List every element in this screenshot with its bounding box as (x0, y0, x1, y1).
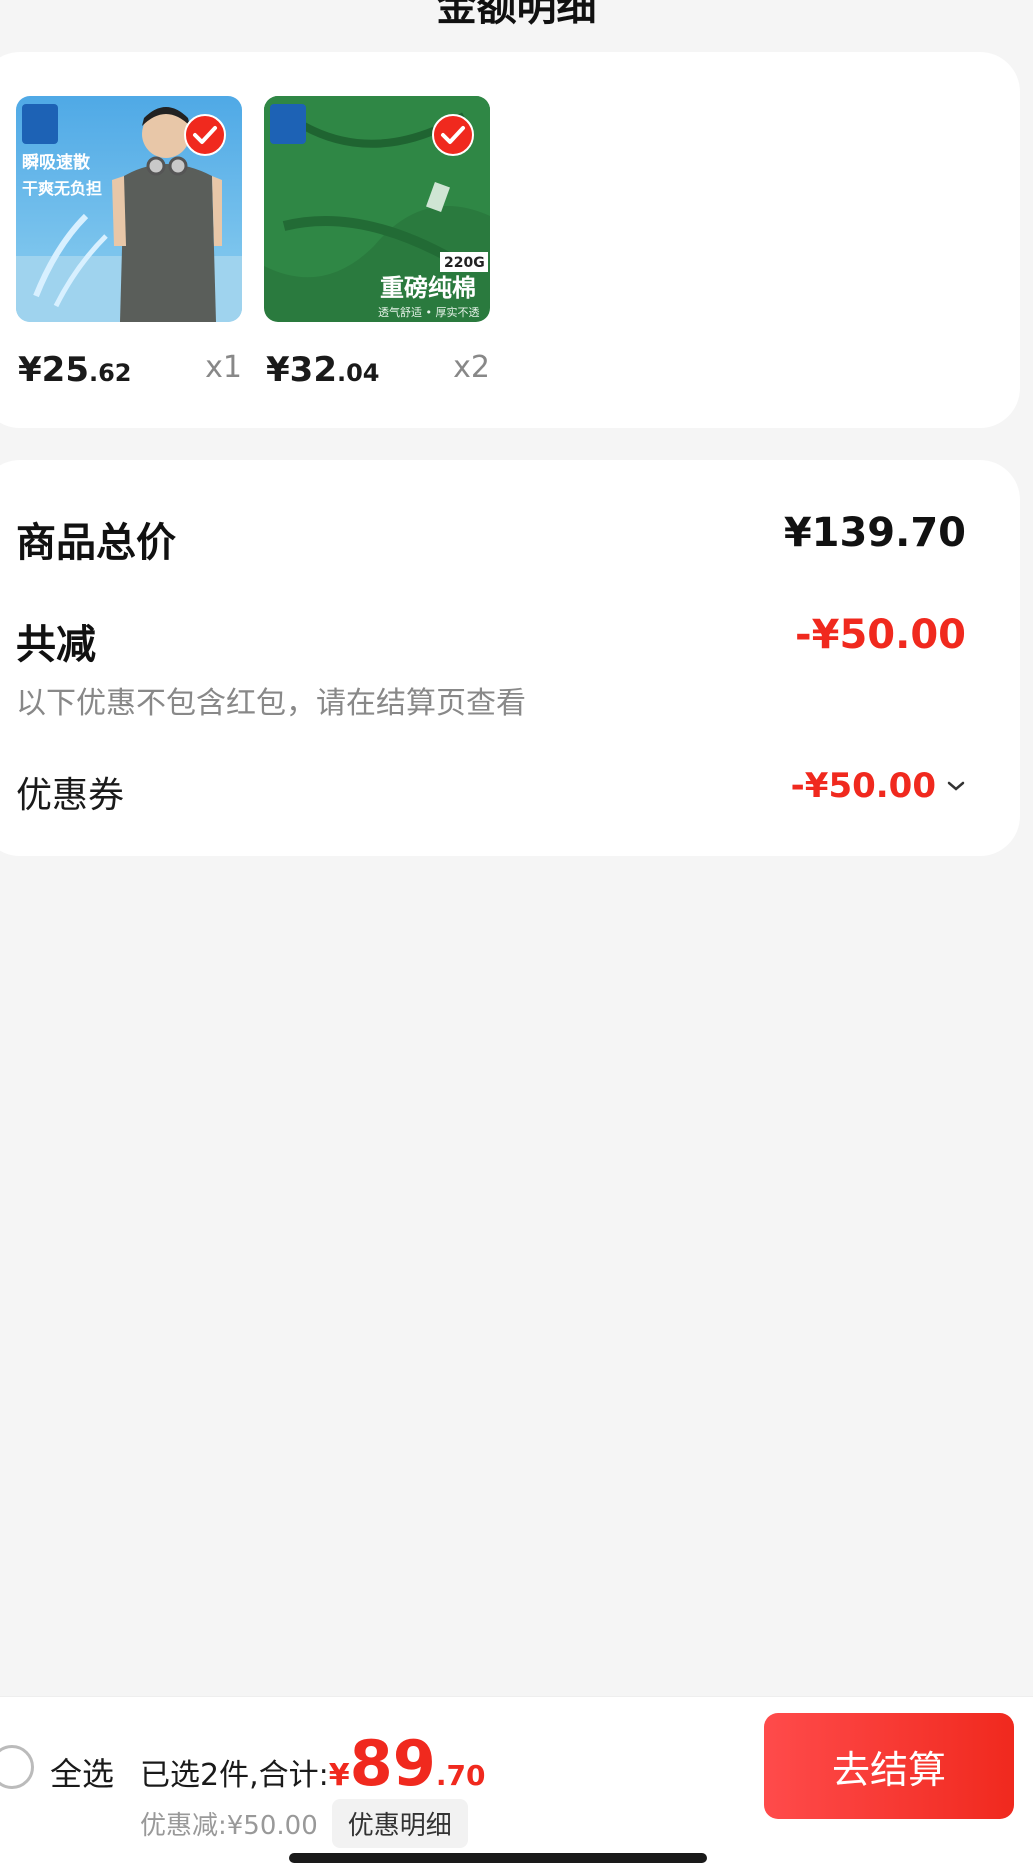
product-list-card: 瞬吸速散 干爽无负担 ¥25.62 x1 220G 重磅纯棉 透气舒适 • 厚实… (0, 52, 1020, 428)
product-price: ¥25.62 (18, 350, 132, 390)
page-title: 金额明细 (436, 0, 597, 30)
total-amount-integer: 89 (349, 1727, 436, 1800)
total-price-label: 商品总价 (16, 520, 176, 566)
product-image[interactable]: 瞬吸速散 干爽无负担 (16, 96, 242, 322)
price-summary-card: 商品总价 ¥139.70 共减 -¥50.00 以下优惠不包含红包，请在结算页查… (0, 460, 1020, 856)
brand-logo (22, 104, 58, 144)
coupon-row[interactable]: 优惠券 -¥50.00 (16, 766, 966, 816)
coupon-value[interactable]: -¥50.00 (791, 766, 966, 806)
product-tag: 220G (444, 255, 485, 271)
check-icon[interactable] (184, 114, 226, 156)
bottom-checkout-bar: 全选 已选2件,合计: ¥ 89 .70 优惠减:¥50.00 优惠明细 去结算 (0, 1696, 1033, 1872)
total-price-value: ¥139.70 (783, 510, 966, 556)
check-icon[interactable] (432, 114, 474, 156)
product-banner-text: 瞬吸速散 (22, 152, 91, 173)
select-all-radio[interactable] (0, 1745, 34, 1789)
home-indicator (289, 1853, 707, 1863)
discount-note: 以下优惠不包含红包，请在结算页查看 (16, 686, 526, 721)
saved-amount: 优惠减:¥50.00 (140, 1811, 318, 1841)
discount-row: 共减 -¥50.00 (16, 612, 966, 668)
saved-line: 优惠减:¥50.00 优惠明细 (140, 1799, 468, 1848)
checkout-button[interactable]: 去结算 (764, 1713, 1014, 1819)
product-quantity: x2 (453, 350, 490, 385)
coupon-label: 优惠券 (16, 775, 125, 816)
selected-count-text: 已选2件,合计: (140, 1758, 329, 1793)
product-image[interactable]: 220G 重磅纯棉 透气舒适 • 厚实不透 (264, 96, 490, 322)
product-banner-text: 透气舒适 • 厚实不透 (378, 305, 479, 319)
product-quantity: x1 (205, 350, 242, 385)
product-item[interactable]: 瞬吸速散 干爽无负担 ¥25.62 x1 (16, 96, 242, 392)
product-banner-text: 重磅纯棉 (380, 274, 476, 302)
discount-detail-button[interactable]: 优惠明细 (331, 1799, 468, 1848)
total-price-row: 商品总价 ¥139.70 (16, 510, 966, 566)
coupon-amount: -¥50.00 (790, 766, 936, 806)
discount-label: 共减 (16, 622, 96, 668)
total-currency: ¥ (328, 1758, 350, 1793)
discount-note-row: 以下优惠不包含红包，请在结算页查看 (16, 678, 966, 722)
brand-logo (270, 104, 306, 144)
chevron-down-icon (947, 781, 965, 791)
product-item[interactable]: 220G 重磅纯棉 透气舒适 • 厚实不透 ¥32.04 x2 (264, 96, 490, 392)
total-amount-decimal: .70 (435, 1759, 486, 1792)
header: 金额明细 (0, 0, 1033, 50)
select-all-label[interactable]: 全选 (50, 1749, 114, 1795)
product-price: ¥32.04 (266, 350, 380, 390)
discount-value: -¥50.00 (795, 612, 966, 658)
selected-total: 已选2件,合计: ¥ 89 .70 (140, 1733, 486, 1795)
close-icon[interactable] (955, 0, 995, 8)
product-banner-text: 干爽无负担 (22, 179, 102, 198)
